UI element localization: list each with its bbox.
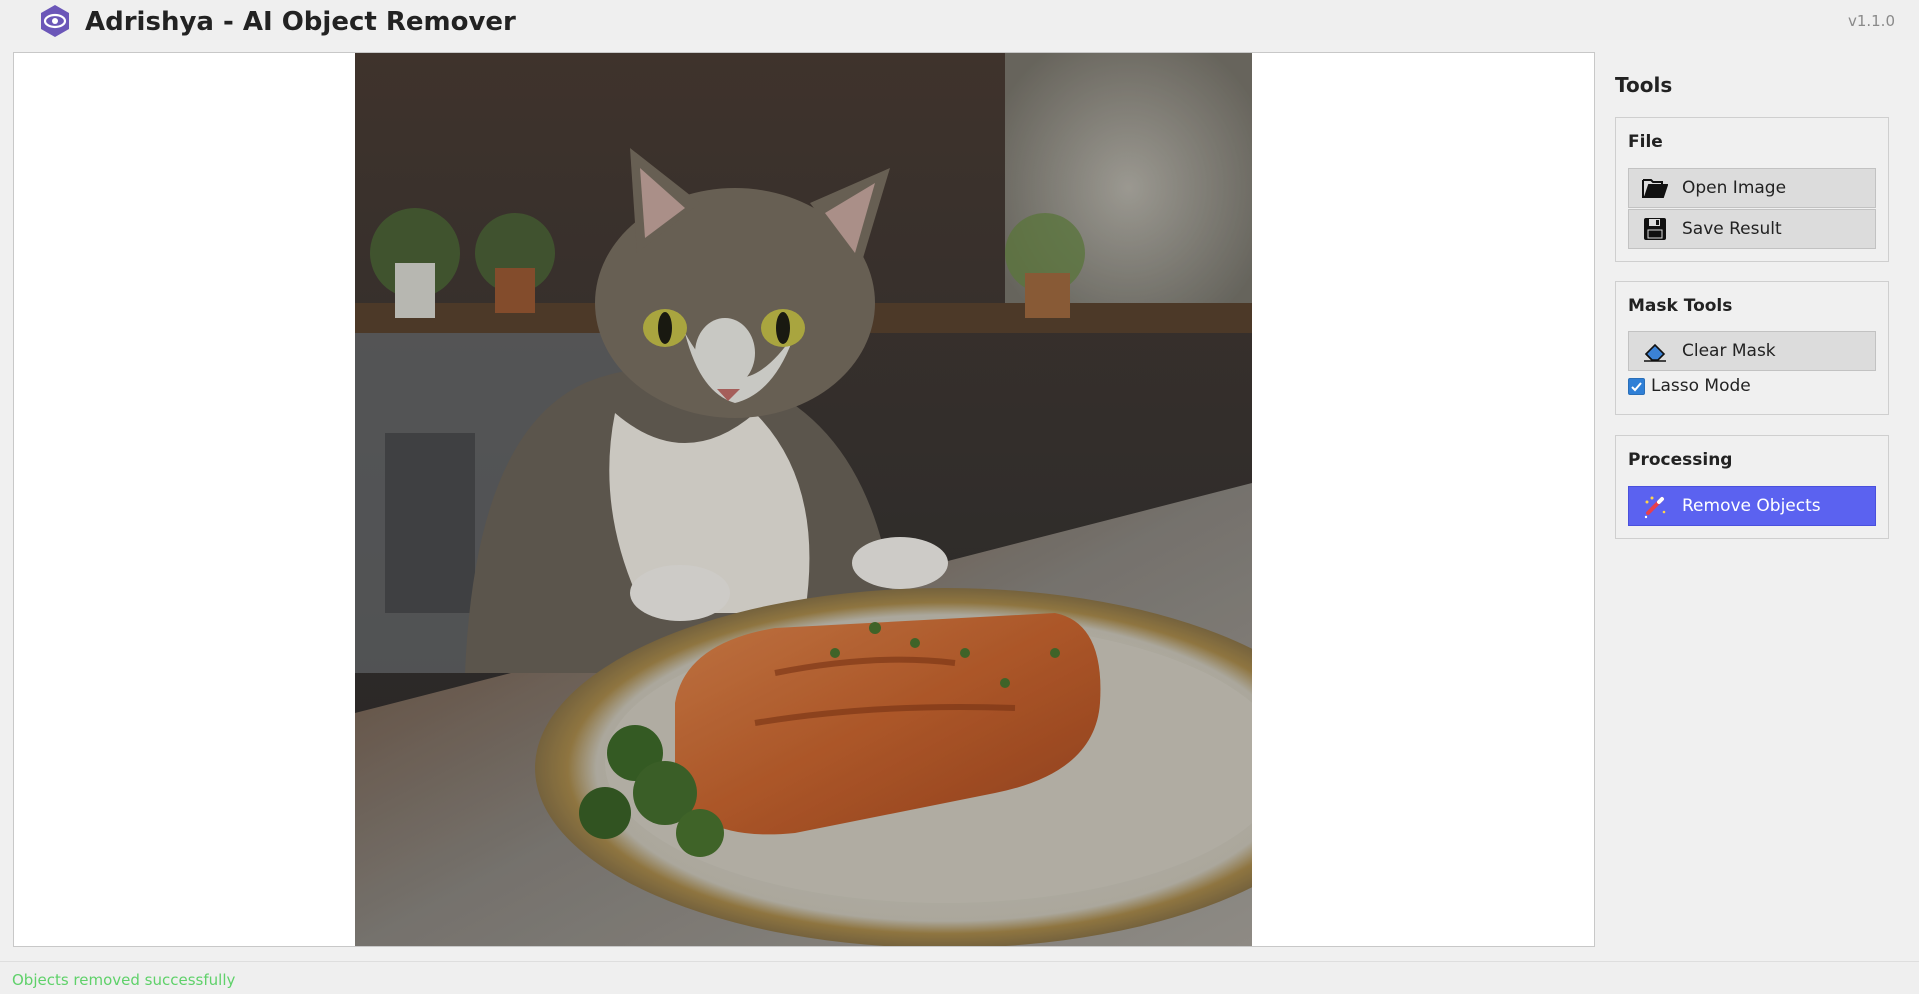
cat-salmon-photo[interactable] bbox=[355, 53, 1252, 946]
tools-panel-title: Tools bbox=[1615, 73, 1673, 97]
lasso-mode-checkbox[interactable]: Lasso Mode bbox=[1628, 376, 1751, 396]
eraser-icon bbox=[1641, 337, 1669, 365]
eye-icon bbox=[38, 4, 72, 38]
remove-objects-label: Remove Objects bbox=[1682, 496, 1821, 516]
floppy-disk-icon bbox=[1641, 215, 1669, 243]
version-label: v1.1.0 bbox=[1847, 12, 1895, 30]
clear-mask-label: Clear Mask bbox=[1682, 341, 1776, 361]
lasso-mode-label: Lasso Mode bbox=[1651, 376, 1751, 396]
status-message: Objects removed successfully bbox=[12, 971, 236, 989]
image-canvas[interactable] bbox=[13, 52, 1595, 947]
processing-group: Processing Remove Objects bbox=[1615, 435, 1889, 539]
app-title: Adrishya - AI Object Remover bbox=[85, 7, 516, 37]
title-bar: Adrishya - AI Object Remover v1.1.0 bbox=[0, 0, 1919, 40]
mask-tools-title: Mask Tools bbox=[1628, 296, 1733, 316]
checkmark-icon[interactable] bbox=[1628, 377, 1645, 395]
open-image-label: Open Image bbox=[1682, 178, 1787, 198]
save-result-button[interactable]: Save Result bbox=[1628, 209, 1876, 249]
processing-title: Processing bbox=[1628, 450, 1733, 470]
file-group-title: File bbox=[1628, 132, 1663, 152]
open-image-button[interactable]: Open Image bbox=[1628, 168, 1876, 208]
mask-tools-group: Mask Tools Clear Mask Lasso Mode bbox=[1615, 281, 1889, 415]
remove-objects-button[interactable]: Remove Objects bbox=[1628, 486, 1876, 526]
magic-wand-icon bbox=[1641, 492, 1669, 520]
status-bar: Objects removed successfully bbox=[0, 961, 1919, 994]
file-group: File Open Image Save Result bbox=[1615, 117, 1889, 262]
folder-open-icon bbox=[1641, 174, 1669, 202]
save-result-label: Save Result bbox=[1682, 219, 1782, 239]
clear-mask-button[interactable]: Clear Mask bbox=[1628, 331, 1876, 371]
